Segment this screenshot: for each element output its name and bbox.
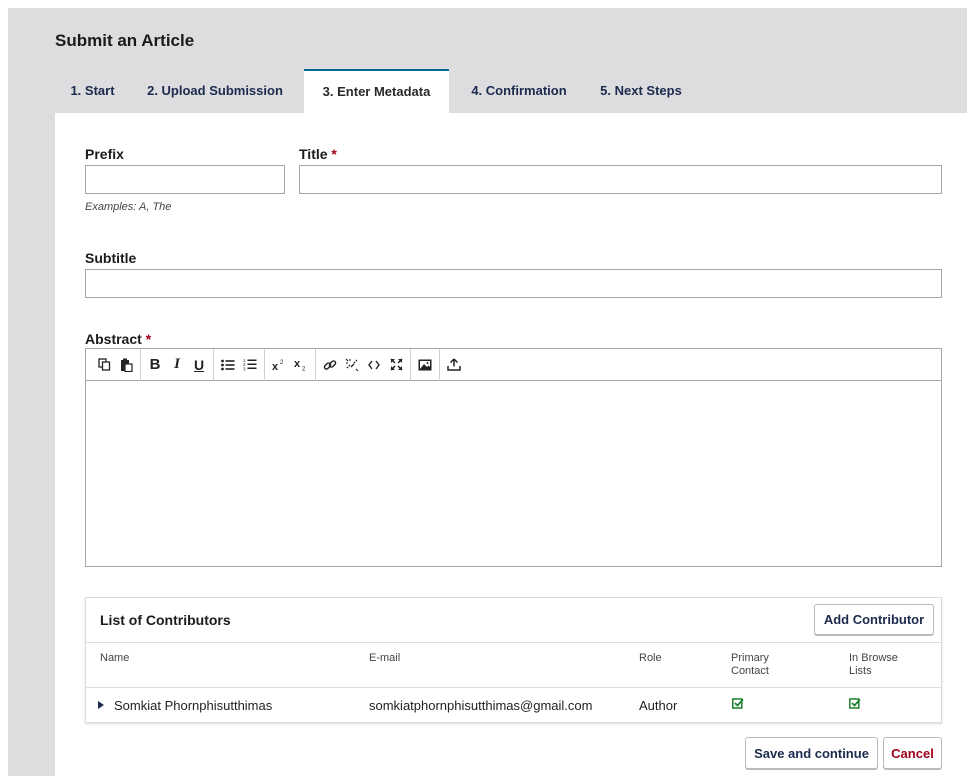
prefix-label: Prefix (85, 146, 124, 162)
svg-text:2: 2 (280, 360, 284, 366)
subtitle-label: Subtitle (85, 250, 137, 266)
copy-icon[interactable] (93, 353, 115, 377)
contributors-header: List of Contributors Add Contributor (86, 598, 941, 643)
tab-start[interactable]: 1. Start (55, 69, 130, 113)
page-title: Submit an Article (55, 31, 195, 50)
save-and-continue-button[interactable]: Save and continue (745, 737, 878, 769)
toolbar-group-upload (440, 349, 468, 381)
image-icon[interactable] (414, 353, 436, 377)
column-header-name: Name (100, 652, 130, 664)
upload-icon[interactable] (443, 353, 465, 377)
toolbar-group-insert (316, 348, 411, 381)
toolbar-group-format: B I U (141, 348, 214, 381)
fullscreen-icon[interactable] (385, 353, 407, 377)
column-header-email: E-mail (369, 652, 401, 664)
link-icon[interactable] (319, 353, 341, 377)
bold-icon[interactable]: B (144, 353, 166, 377)
toolbar-group-lists: 123 (214, 348, 265, 381)
expand-row-icon[interactable] (98, 701, 104, 709)
underline-icon[interactable]: U (188, 353, 210, 377)
contributors-list: List of Contributors Add Contributor Nam… (85, 597, 942, 723)
abstract-editor: B I U 123 x2 x2 (85, 348, 942, 567)
table-row[interactable]: Somkiat Phornphisutthimas somkiatphornph… (86, 687, 941, 724)
cancel-button[interactable]: Cancel (883, 737, 942, 769)
primary-contact-check-icon[interactable] (732, 697, 744, 709)
svg-text:2: 2 (302, 367, 306, 372)
tab-enter-metadata[interactable]: 3. Enter Metadata (304, 69, 449, 113)
tab-confirmation[interactable]: 4. Confirmation (455, 69, 583, 113)
title-label: Title * (299, 146, 337, 162)
editor-toolbar: B I U 123 x2 x2 (86, 348, 941, 381)
title-input[interactable] (299, 165, 942, 194)
code-icon[interactable] (363, 353, 385, 377)
required-marker: * (145, 331, 152, 347)
contributors-title: List of Contributors (100, 612, 231, 628)
italic-icon[interactable]: I (166, 353, 188, 377)
abstract-label: Abstract * (85, 331, 152, 347)
svg-text:3: 3 (243, 367, 246, 372)
required-marker: * (331, 146, 337, 162)
in-browse-lists-check-icon[interactable] (849, 697, 861, 709)
svg-text:x: x (272, 361, 279, 371)
abstract-textarea[interactable] (86, 381, 941, 566)
column-header-primary-contact: Primary Contact (731, 652, 769, 677)
toolbar-group-media (411, 348, 440, 381)
subtitle-input[interactable] (85, 269, 942, 298)
tab-upload-submission[interactable]: 2. Upload Submission (135, 69, 295, 113)
toolbar-group-clipboard (90, 348, 141, 381)
prefix-input[interactable] (85, 165, 285, 194)
column-header-role: Role (639, 652, 662, 664)
numbered-list-icon[interactable]: 123 (239, 353, 261, 377)
tab-next-steps[interactable]: 5. Next Steps (585, 69, 697, 113)
contributor-email: somkiatphornphisutthimas@gmail.com (369, 698, 593, 713)
add-contributor-button[interactable]: Add Contributor (814, 604, 934, 635)
toolbar-group-script: x2 x2 (265, 348, 316, 381)
subscript-icon[interactable]: x2 (290, 353, 312, 377)
paste-icon[interactable] (115, 353, 137, 377)
svg-text:x: x (294, 358, 301, 370)
bulleted-list-icon[interactable] (217, 353, 239, 377)
contributor-name: Somkiat Phornphisutthimas (114, 698, 273, 713)
contributor-role: Author (639, 698, 678, 713)
superscript-icon[interactable]: x2 (268, 353, 290, 377)
column-header-in-browse-lists: In Browse Lists (849, 652, 898, 677)
prefix-hint: Examples: A, The (85, 201, 172, 213)
metadata-panel: Prefix Examples: A, The Title * Subtitle… (55, 113, 967, 776)
unlink-icon[interactable] (341, 353, 363, 377)
